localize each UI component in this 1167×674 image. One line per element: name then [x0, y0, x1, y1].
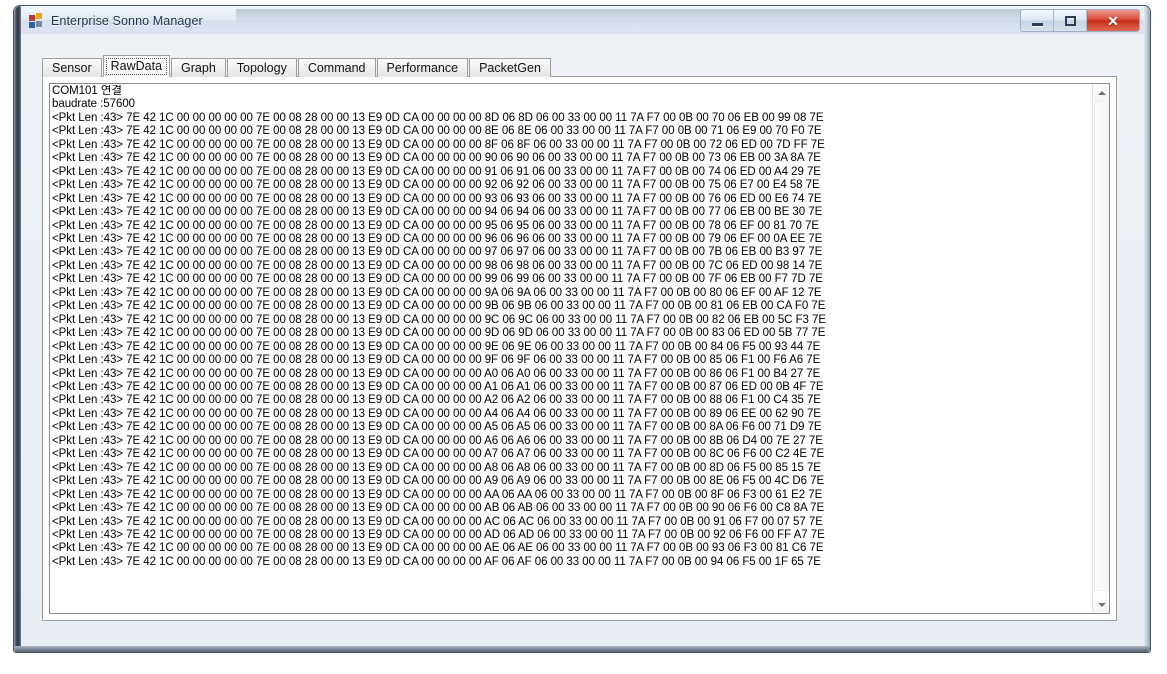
- raw-data-textbox[interactable]: COM101 연결 baudrate :57600 <Pkt Len :43> …: [49, 83, 1110, 614]
- tab-command[interactable]: Command: [297, 58, 376, 77]
- raw-data-log-text[interactable]: COM101 연결 baudrate :57600 <Pkt Len :43> …: [52, 85, 1092, 613]
- tab-sensor[interactable]: Sensor: [42, 58, 102, 77]
- title-bar[interactable]: Enterprise Sonno Manager ✕: [21, 7, 1144, 34]
- application-window: Enterprise Sonno Manager ✕ Sensor RawDat…: [13, 5, 1151, 653]
- scroll-down-button[interactable]: [1093, 596, 1109, 613]
- scrollbar-thumb[interactable]: [1094, 101, 1109, 591]
- tab-strip: Sensor RawData Graph Topology Command Pe…: [42, 55, 552, 77]
- tab-graph-label: Graph: [181, 61, 216, 75]
- tab-control: Sensor RawData Graph Topology Command Pe…: [42, 55, 1117, 621]
- scrollbar-track[interactable]: [1093, 101, 1109, 596]
- tab-command-label: Command: [307, 61, 366, 75]
- tab-performance[interactable]: Performance: [376, 58, 469, 77]
- tab-performance-label: Performance: [386, 61, 459, 75]
- minimize-icon: [1031, 22, 1043, 26]
- tab-packetgen-label: PacketGen: [479, 61, 541, 75]
- chevron-up-icon: [1097, 90, 1106, 95]
- tab-topology-label: Topology: [236, 61, 287, 75]
- window-title: Enterprise Sonno Manager: [51, 13, 203, 28]
- window-frame-bottom-edge: [14, 646, 1150, 652]
- caption-button-group: ✕: [1020, 9, 1140, 32]
- chevron-down-icon: [1097, 602, 1106, 607]
- maximize-icon: [1064, 15, 1076, 26]
- tab-sensor-label: Sensor: [52, 61, 92, 75]
- application-icon: [29, 12, 45, 29]
- close-button[interactable]: ✕: [1087, 10, 1139, 31]
- tab-rawdata[interactable]: RawData: [102, 55, 171, 77]
- tab-rawdata-label: RawData: [110, 59, 163, 73]
- minimize-button[interactable]: [1021, 10, 1054, 31]
- raw-data-vertical-scrollbar[interactable]: [1092, 84, 1109, 613]
- tab-page-rawdata: COM101 연결 baudrate :57600 <Pkt Len :43> …: [42, 76, 1117, 621]
- tab-topology[interactable]: Topology: [226, 58, 297, 77]
- window-frame-right-edge: [1144, 6, 1150, 652]
- client-area: Sensor RawData Graph Topology Command Pe…: [21, 34, 1144, 646]
- window-frame-left-edge: [14, 6, 21, 652]
- close-icon: ✕: [1107, 12, 1119, 29]
- tab-graph[interactable]: Graph: [171, 58, 226, 77]
- tab-packetgen[interactable]: PacketGen: [469, 58, 551, 77]
- scroll-up-button[interactable]: [1093, 84, 1109, 101]
- maximize-button[interactable]: [1054, 10, 1087, 31]
